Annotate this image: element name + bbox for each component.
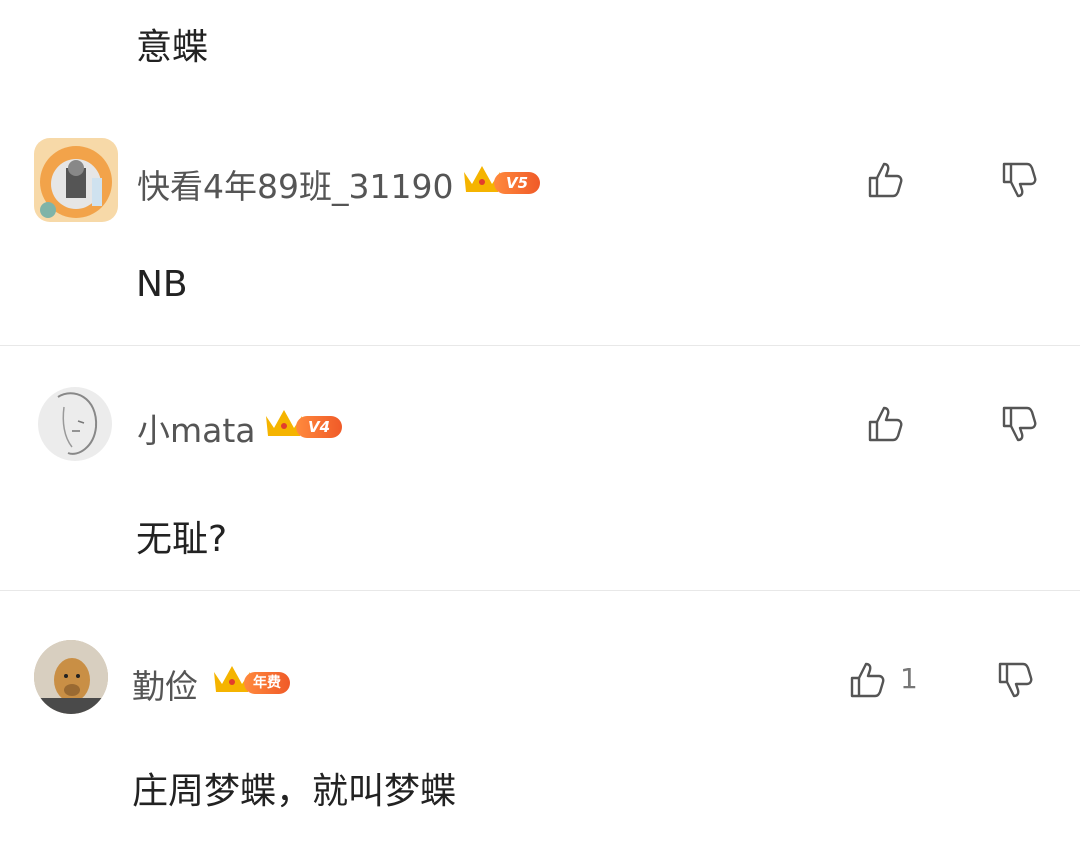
- username[interactable]: 快看4年89班_31190: [137, 160, 453, 208]
- badge-label: V5: [494, 172, 540, 194]
- comment-text: 无耻?: [136, 519, 228, 560]
- avatar[interactable]: [38, 387, 112, 461]
- previous-comment-text-tail: 意蝶: [136, 27, 209, 68]
- thumbs-up-icon[interactable]: [866, 160, 906, 200]
- thumbs-up-icon[interactable]: [848, 660, 888, 700]
- thumbs-down-icon[interactable]: [996, 660, 1036, 700]
- like-count: 1: [900, 662, 918, 695]
- thumbs-down-icon[interactable]: [1000, 160, 1040, 200]
- thumbs-down-icon[interactable]: [1000, 404, 1040, 444]
- pumpkin-frame-avatar-icon: [40, 146, 112, 218]
- comment-text: NB: [136, 264, 188, 305]
- username[interactable]: 勤俭: [132, 660, 198, 708]
- username[interactable]: 小mata: [137, 404, 256, 452]
- level-badge: V5: [460, 160, 540, 196]
- badge-label: V4: [296, 416, 342, 438]
- level-badge: V4: [262, 404, 342, 440]
- thumbs-up-icon[interactable]: [866, 404, 906, 444]
- divider: [0, 590, 1080, 591]
- avatar[interactable]: [34, 138, 118, 222]
- badge-label: 年费: [244, 672, 290, 694]
- sketch-portrait-avatar-icon: [57, 392, 98, 455]
- level-badge: 年费: [210, 660, 290, 696]
- comment-text: 庄周梦蝶，就叫梦蝶: [132, 771, 457, 812]
- divider: [0, 345, 1080, 346]
- dog-photo-avatar-icon: [34, 640, 108, 714]
- avatar[interactable]: [34, 640, 108, 714]
